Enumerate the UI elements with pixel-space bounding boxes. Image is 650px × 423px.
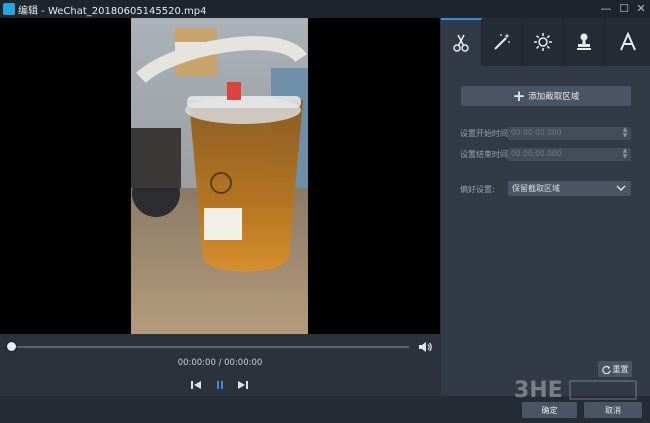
close-button[interactable]: ✕: [633, 1, 649, 17]
watermark-logo: 3HE: [514, 378, 637, 403]
add-clip-region-button[interactable]: + 添加截取区域: [461, 86, 631, 106]
end-time-label: 设置结束时间:: [460, 150, 511, 159]
brightness-icon: [534, 33, 552, 51]
video-frame: [131, 18, 308, 334]
volume-icon[interactable]: [418, 340, 432, 354]
app-logo-icon: [3, 3, 15, 15]
preference-select[interactable]: 保留截取区域: [508, 181, 631, 196]
chevron-down-icon: [616, 185, 626, 191]
end-time-input[interactable]: 00:00:00.000 ▲ ▼: [508, 148, 631, 161]
cancel-button[interactable]: 取消: [584, 402, 642, 418]
title-bar: 编辑 - WeChat_20180605145520.mp4 — ☐ ✕: [0, 0, 650, 18]
stamp-icon: [577, 33, 591, 50]
end-time-spinner[interactable]: ▲ ▼: [621, 148, 629, 161]
reset-label: 重置: [612, 364, 629, 374]
tab-adjust[interactable]: [523, 18, 564, 66]
scissors-icon: [453, 34, 469, 52]
player-controls: 00:00:00 / 00:00:00: [0, 334, 440, 396]
seek-handle[interactable]: [7, 342, 16, 351]
magic-wand-icon: [494, 33, 510, 50]
ok-button[interactable]: 确定: [522, 402, 577, 418]
plus-icon: +: [512, 86, 526, 105]
next-frame-icon[interactable]: [236, 378, 250, 392]
timecode-display: 00:00:00 / 00:00:00: [177, 358, 263, 368]
tab-effects[interactable]: [482, 18, 523, 66]
seek-bar[interactable]: [11, 346, 409, 348]
start-time-input[interactable]: 00:00:00.000 ▲ ▼: [508, 127, 631, 140]
start-time-spinner[interactable]: ▲ ▼: [621, 127, 629, 140]
tab-text[interactable]: [605, 18, 650, 66]
video-frame-image: [131, 18, 308, 334]
window-title: 编辑 - WeChat_20180605145520.mp4: [18, 6, 207, 17]
end-time-value: 00:00:00.000: [511, 149, 562, 158]
tab-trim[interactable]: [441, 18, 482, 66]
prev-frame-icon[interactable]: [189, 378, 203, 392]
minimize-button[interactable]: —: [598, 1, 614, 17]
start-time-value: 00:00:00.000: [511, 128, 562, 137]
start-time-label: 设置开始时间:: [460, 129, 511, 138]
pause-icon[interactable]: [213, 378, 227, 392]
tab-watermark[interactable]: [564, 18, 605, 66]
svg-text:3HE: 3HE: [514, 378, 563, 403]
preference-value: 保留截取区域: [512, 184, 560, 193]
preference-label: 偏好设置:: [460, 185, 495, 194]
tool-tabs: [441, 18, 650, 66]
text-icon: [619, 32, 636, 51]
edit-panel: + 添加截取区域 设置开始时间: 00:00:00.000 ▲ ▼ 设置结束时间:…: [441, 18, 650, 396]
add-clip-region-label: 添加截取区域: [528, 92, 580, 102]
refresh-icon: [601, 365, 611, 374]
maximize-button[interactable]: ☐: [616, 1, 632, 17]
